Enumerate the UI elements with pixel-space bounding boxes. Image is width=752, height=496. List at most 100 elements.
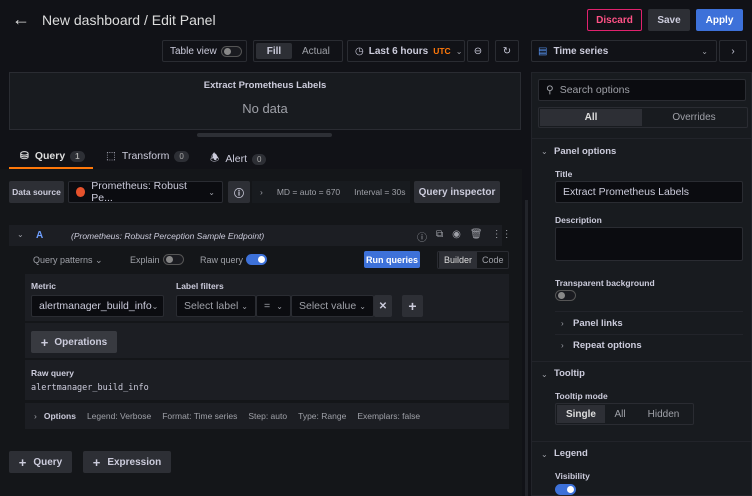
query-ref[interactable]: A — [36, 230, 43, 241]
panel-title: Extract Prometheus Labels — [10, 80, 520, 91]
code-tab[interactable]: Code — [477, 252, 509, 268]
label-filters-label: Label filters — [176, 281, 224, 291]
title-label: Title — [555, 169, 572, 179]
query-options-row[interactable]: › MD = auto = 670 Interval = 30s — [252, 181, 410, 203]
panel-options-header[interactable]: Panel options — [554, 146, 616, 157]
tab-label: Transform — [122, 150, 169, 162]
visualization-picker[interactable]: ▤ Time series ⌄ — [531, 40, 717, 62]
collapse-icon[interactable]: ⌄ — [541, 147, 548, 156]
chevron-down-icon: ⌄ — [456, 47, 463, 56]
time-picker[interactable]: ◷ Last 6 hours UTC ⌄ — [347, 40, 465, 62]
description-label: Description — [555, 215, 602, 225]
apply-button[interactable]: Apply — [696, 9, 743, 31]
overrides-tab[interactable]: Overrides — [642, 112, 746, 123]
search-placeholder: Search options — [560, 84, 630, 96]
repeat-options-header[interactable]: Repeat options — [573, 340, 642, 351]
discard-button[interactable]: Discard — [587, 9, 642, 31]
explain-label: Explain — [130, 255, 160, 265]
collapse-icon[interactable]: ⌄ — [541, 450, 548, 459]
chevron-right-icon: › — [260, 187, 263, 197]
raw-query-toggle[interactable] — [246, 254, 267, 265]
select-label[interactable]: Select label⌄ — [176, 295, 256, 317]
tab-alert[interactable]: 🕭Alert0 — [210, 150, 266, 168]
help-icon[interactable]: ⓘ — [417, 229, 427, 244]
tooltip-mode-group: Single All Hidden — [555, 403, 694, 425]
query-patterns-dropdown[interactable]: Query patterns ⌄ — [33, 255, 103, 266]
title-input[interactable]: Extract Prometheus Labels — [555, 181, 743, 203]
metric-label: Metric — [31, 281, 56, 291]
query-options-panel[interactable]: › Options Legend: Verbose Format: Time s… — [25, 403, 509, 429]
fill-actual-group: Fill Actual — [253, 40, 343, 62]
visibility-label: Visibility — [555, 471, 590, 481]
search-icon: ⚲ — [546, 84, 554, 96]
trash-icon[interactable]: 🗑 — [470, 229, 483, 244]
operator-select[interactable]: =⌄ — [256, 295, 291, 317]
actual-button[interactable]: Actual — [302, 46, 330, 57]
operator-value: = — [264, 300, 270, 312]
toggle-options-button[interactable]: › — [719, 40, 747, 62]
tab-transform[interactable]: ⬚Transform0 — [106, 150, 189, 162]
tooltip-mode-all[interactable]: All — [605, 409, 635, 420]
interval: Interval = 30s — [354, 187, 405, 197]
visualization-label: Time series — [553, 46, 608, 57]
transparent-background-toggle[interactable] — [555, 290, 576, 301]
panel-links-header[interactable]: Panel links — [573, 318, 623, 329]
tooltip-mode-single[interactable]: Single — [557, 405, 605, 423]
query-inspector-button[interactable]: Query inspector — [414, 181, 500, 203]
plus-icon: + — [19, 455, 27, 470]
editor-mode-toggle: Builder Code — [437, 251, 509, 269]
add-filter-button[interactable]: + — [402, 295, 423, 317]
chevron-right-icon: › — [731, 46, 734, 57]
scrollbar[interactable] — [525, 200, 528, 496]
tab-count: 0 — [252, 154, 266, 165]
collapse-icon[interactable]: ⌄ — [17, 230, 24, 239]
title-value: Extract Prometheus Labels — [563, 186, 689, 198]
metric-select[interactable]: alertmanager_build_info⌄ — [31, 295, 164, 317]
refresh-icon: ↻ — [503, 46, 511, 57]
add-query-button[interactable]: +Query — [9, 451, 72, 473]
tooltip-mode-hidden[interactable]: Hidden — [635, 409, 692, 420]
legend-visibility-toggle[interactable] — [555, 484, 576, 495]
raw-query-text: alertmanager_build_info — [31, 383, 149, 393]
close-icon: ✕ — [379, 301, 387, 312]
metric-value: alertmanager_build_info — [39, 300, 152, 312]
run-queries-button[interactable]: Run queries — [364, 251, 420, 268]
collapse-icon[interactable]: ⌄ — [541, 370, 548, 379]
zoom-out-button[interactable]: ⊖ — [467, 40, 489, 62]
eye-icon[interactable]: ◉ — [452, 229, 461, 244]
back-arrow-icon[interactable]: ← — [12, 9, 30, 30]
select-value[interactable]: Select value⌄ — [291, 295, 374, 317]
add-expression-button[interactable]: +Expression — [83, 451, 171, 473]
explain-toggle[interactable] — [163, 254, 184, 265]
data-source-value: Prometheus: Robust Pe... — [91, 180, 202, 204]
resize-handle[interactable] — [197, 133, 332, 137]
exemplars-option: Exemplars: false — [357, 411, 420, 421]
select-value-placeholder: Select value — [299, 300, 356, 312]
format-option: Format: Time series — [162, 411, 237, 421]
tab-query[interactable]: ⛁Query1 — [20, 150, 85, 162]
legend-option: Legend: Verbose — [87, 411, 151, 421]
search-options-input[interactable]: ⚲ Search options — [538, 79, 746, 101]
table-view-switch[interactable] — [221, 46, 242, 57]
data-source-label: Data source — [9, 181, 64, 203]
duplicate-icon[interactable]: ⧉ — [436, 229, 443, 244]
prometheus-icon — [76, 187, 85, 197]
save-button[interactable]: Save — [648, 9, 690, 31]
builder-tab[interactable]: Builder — [439, 252, 477, 268]
table-view-toggle[interactable]: Table view — [162, 40, 247, 62]
operations-button[interactable]: +Operations — [31, 331, 117, 353]
tab-count: 1 — [70, 151, 84, 162]
tooltip-header[interactable]: Tooltip — [554, 368, 585, 379]
remove-filter-button[interactable]: ✕ — [374, 295, 392, 317]
no-data-text: No data — [10, 101, 520, 116]
help-button[interactable]: ⓘ — [228, 181, 250, 203]
all-tab[interactable]: All — [540, 109, 642, 126]
divider — [532, 361, 751, 362]
description-textarea[interactable] — [555, 227, 743, 261]
drag-handle-icon[interactable]: ⋮⋮ — [492, 229, 512, 244]
data-source-picker[interactable]: Prometheus: Robust Pe... ⌄ — [68, 181, 223, 203]
fill-button[interactable]: Fill — [256, 43, 292, 59]
tab-label: Query — [35, 150, 65, 162]
legend-header[interactable]: Legend — [554, 448, 588, 459]
refresh-button[interactable]: ↻ — [495, 40, 519, 62]
